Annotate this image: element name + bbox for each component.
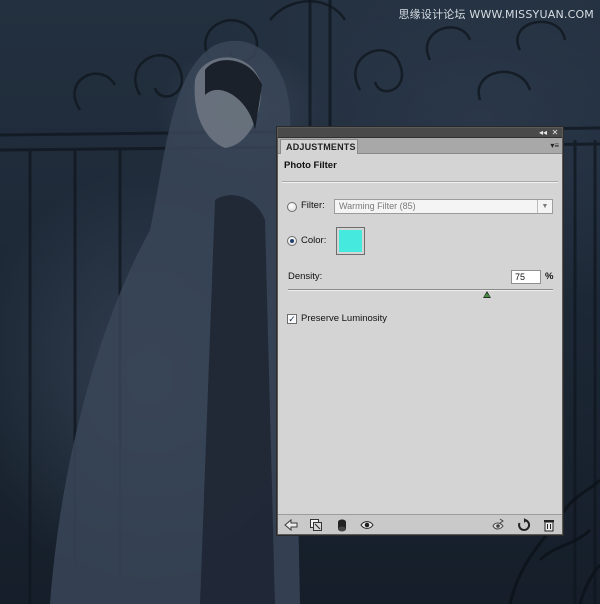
color-radio[interactable]: [287, 236, 297, 246]
filter-dropdown-value: Warming Filter (85): [339, 201, 416, 211]
color-swatch[interactable]: [336, 227, 365, 255]
site-watermark: 思缘设计论坛 WWW.MISSYUAN.COM: [398, 8, 594, 21]
panel-tab-row: ADJUSTMENTS ▾≡: [278, 138, 562, 154]
preserve-luminosity-checkbox[interactable]: ✓: [287, 314, 297, 324]
adjustments-panel: ◂◂ ✕ ADJUSTMENTS ▾≡ Photo Filter Filter:…: [277, 127, 563, 535]
panel-titlebar: ◂◂ ✕: [278, 128, 562, 138]
filter-radio[interactable]: [287, 202, 297, 212]
color-swatch-fill: [339, 230, 362, 252]
filter-dropdown[interactable]: Warming Filter (85) ▼: [334, 199, 553, 214]
color-label: Color:: [301, 235, 327, 246]
panel-bottom-toolbar: [278, 514, 562, 534]
close-panel-icon[interactable]: ✕: [549, 128, 561, 138]
back-arrow-icon[interactable]: [284, 518, 298, 532]
reset-icon[interactable]: [517, 518, 531, 532]
density-slider-track[interactable]: [288, 289, 553, 291]
collapse-panel-icon[interactable]: ◂◂: [537, 128, 549, 138]
visibility-eye-icon[interactable]: [360, 518, 374, 532]
section-divider: [282, 181, 558, 183]
filter-label: Filter:: [301, 200, 325, 211]
tab-adjustments[interactable]: ADJUSTMENTS: [280, 139, 358, 154]
view-previous-state-icon[interactable]: [491, 518, 505, 532]
clip-layer-icon[interactable]: [309, 518, 323, 532]
layer-mask-icon[interactable]: [335, 518, 349, 532]
density-unit: %: [545, 271, 554, 282]
preserve-luminosity-label: Preserve Luminosity: [301, 313, 388, 324]
section-title: Photo Filter: [284, 160, 337, 171]
chevron-down-icon[interactable]: ▼: [537, 200, 552, 213]
density-input[interactable]: 75: [511, 270, 541, 284]
delete-trash-icon[interactable]: [542, 518, 556, 532]
density-slider-thumb[interactable]: [482, 291, 491, 298]
panel-menu-icon[interactable]: ▾≡: [550, 141, 559, 151]
density-label: Density:: [288, 271, 323, 282]
